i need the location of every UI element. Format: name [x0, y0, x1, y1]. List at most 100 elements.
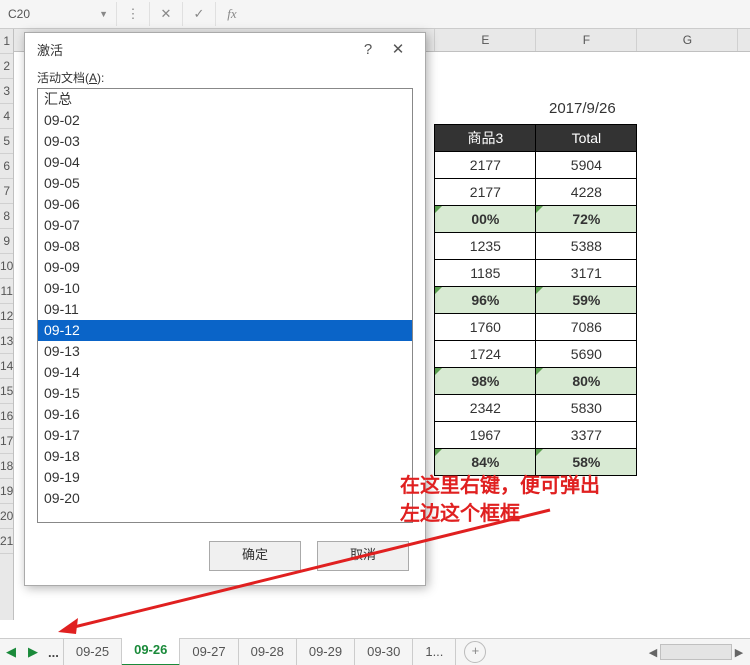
list-item[interactable]: 09-07	[38, 215, 412, 236]
scroll-left-icon[interactable]: ◀	[646, 646, 660, 659]
accept-formula-icon[interactable]: ✓	[182, 2, 215, 26]
row-header[interactable]: 2	[0, 54, 13, 79]
date-cell: 2017/9/26	[532, 100, 632, 117]
fx-icon[interactable]: fx	[215, 2, 248, 26]
list-item[interactable]: 09-17	[38, 425, 412, 446]
sheet-tab[interactable]: 09-26	[122, 638, 180, 665]
sheet-tabs: 09-2509-2609-2709-2809-2909-301...	[63, 639, 457, 665]
row-header[interactable]: 7	[0, 179, 13, 204]
row-headers: 123456789101112131415161718192021	[0, 29, 14, 620]
dropdown-icon: ▼	[99, 9, 108, 19]
sheet-nav-next-icon[interactable]: ▶	[22, 644, 44, 660]
row-header[interactable]: 13	[0, 329, 13, 354]
row-header[interactable]: 12	[0, 304, 13, 329]
table-cell: 5388	[536, 233, 637, 260]
list-item[interactable]: 09-18	[38, 446, 412, 467]
list-item[interactable]: 09-02	[38, 110, 412, 131]
list-item[interactable]: 09-10	[38, 278, 412, 299]
row-header[interactable]: 10	[0, 254, 13, 279]
close-icon[interactable]: ✕	[383, 40, 413, 58]
row-header[interactable]: 19	[0, 479, 13, 504]
activate-dialog: 激活 ? ✕ 活动文档(A): 汇总09-0209-0309-0409-0509…	[24, 32, 426, 586]
dialog-label: 活动文档(A):	[25, 65, 425, 88]
table-cell: 5690	[536, 341, 637, 368]
table-cell: 5830	[536, 395, 637, 422]
row-header[interactable]: 1	[0, 29, 13, 54]
row-header[interactable]: 17	[0, 429, 13, 454]
row-header[interactable]: 4	[0, 104, 13, 129]
table-cell: 1185	[435, 260, 536, 287]
list-item[interactable]: 09-03	[38, 131, 412, 152]
annotation-text: 在这里右键，便可弹出 左边这个框框	[400, 472, 600, 528]
row-header[interactable]: 11	[0, 279, 13, 304]
row-header[interactable]: 9	[0, 229, 13, 254]
scroll-right-icon[interactable]: ▶	[732, 646, 746, 659]
new-sheet-button[interactable]: +	[464, 641, 486, 663]
list-item[interactable]: 09-08	[38, 236, 412, 257]
sheet-tab[interactable]: 1...	[413, 639, 456, 665]
sheet-tab[interactable]: 09-27	[180, 639, 238, 665]
table-cell: 1235	[435, 233, 536, 260]
sheet-nav-ellipsis[interactable]: ...	[44, 645, 63, 660]
column-header[interactable]: G	[637, 29, 738, 51]
list-item[interactable]: 09-04	[38, 152, 412, 173]
row-header[interactable]: 6	[0, 154, 13, 179]
table-header-cell: 商品3	[435, 125, 536, 152]
table-cell: 2177	[435, 179, 536, 206]
formula-bar: C20 ▼ ⋮ ✕ ✓ fx	[0, 0, 750, 29]
table-cell: 1967	[435, 422, 536, 449]
ok-button[interactable]: 确定	[209, 541, 301, 571]
row-header[interactable]: 15	[0, 379, 13, 404]
table-cell: 72%	[536, 206, 637, 233]
name-box-value: C20	[8, 7, 30, 21]
dialog-titlebar: 激活 ? ✕	[25, 33, 425, 65]
list-item[interactable]: 09-16	[38, 404, 412, 425]
table-cell: 2342	[435, 395, 536, 422]
row-header[interactable]: 8	[0, 204, 13, 229]
table-cell: 3171	[536, 260, 637, 287]
list-item[interactable]: 09-06	[38, 194, 412, 215]
row-header[interactable]: 14	[0, 354, 13, 379]
help-icon[interactable]: ?	[353, 41, 383, 58]
sheet-tab[interactable]: 09-30	[355, 639, 413, 665]
row-header[interactable]: 5	[0, 129, 13, 154]
cancel-formula-icon[interactable]: ✕	[149, 2, 182, 26]
table-cell: 7086	[536, 314, 637, 341]
list-item[interactable]: 09-09	[38, 257, 412, 278]
list-item[interactable]: 09-05	[38, 173, 412, 194]
table-cell: 96%	[435, 287, 536, 314]
table-cell: 4228	[536, 179, 637, 206]
dialog-buttons: 确定 取消	[25, 531, 425, 585]
table-cell: 59%	[536, 287, 637, 314]
data-table: 商品3Total217759042177422800%72%1235538811…	[434, 124, 637, 476]
list-item[interactable]: 09-13	[38, 341, 412, 362]
cancel-button[interactable]: 取消	[317, 541, 409, 571]
row-header[interactable]: 3	[0, 79, 13, 104]
table-header-cell: Total	[536, 125, 637, 152]
list-item[interactable]: 09-11	[38, 299, 412, 320]
sheet-tab[interactable]: 09-29	[297, 639, 355, 665]
dialog-title: 激活	[37, 40, 63, 59]
list-item[interactable]: 09-12	[38, 320, 412, 341]
sheet-nav-prev-icon[interactable]: ◀	[0, 644, 22, 660]
column-header[interactable]: H	[738, 29, 750, 51]
list-item[interactable]: 09-20	[38, 488, 412, 509]
document-listbox[interactable]: 汇总09-0209-0309-0409-0509-0609-0709-0809-…	[37, 88, 413, 523]
horizontal-scrollbar[interactable]: ◀ ▶	[646, 644, 750, 660]
table-cell: 2177	[435, 152, 536, 179]
list-item[interactable]: 汇总	[38, 89, 412, 110]
row-header[interactable]: 20	[0, 504, 13, 529]
column-header[interactable]: E	[435, 29, 536, 51]
table-cell: 80%	[536, 368, 637, 395]
row-header[interactable]: 21	[0, 529, 13, 554]
vertical-dots-icon[interactable]: ⋮	[116, 2, 149, 26]
row-header[interactable]: 18	[0, 454, 13, 479]
row-header[interactable]: 16	[0, 404, 13, 429]
sheet-tab[interactable]: 09-25	[63, 639, 122, 665]
name-box[interactable]: C20 ▼	[0, 7, 116, 21]
sheet-tab[interactable]: 09-28	[239, 639, 297, 665]
list-item[interactable]: 09-15	[38, 383, 412, 404]
list-item[interactable]: 09-19	[38, 467, 412, 488]
column-header[interactable]: F	[536, 29, 637, 51]
list-item[interactable]: 09-14	[38, 362, 412, 383]
